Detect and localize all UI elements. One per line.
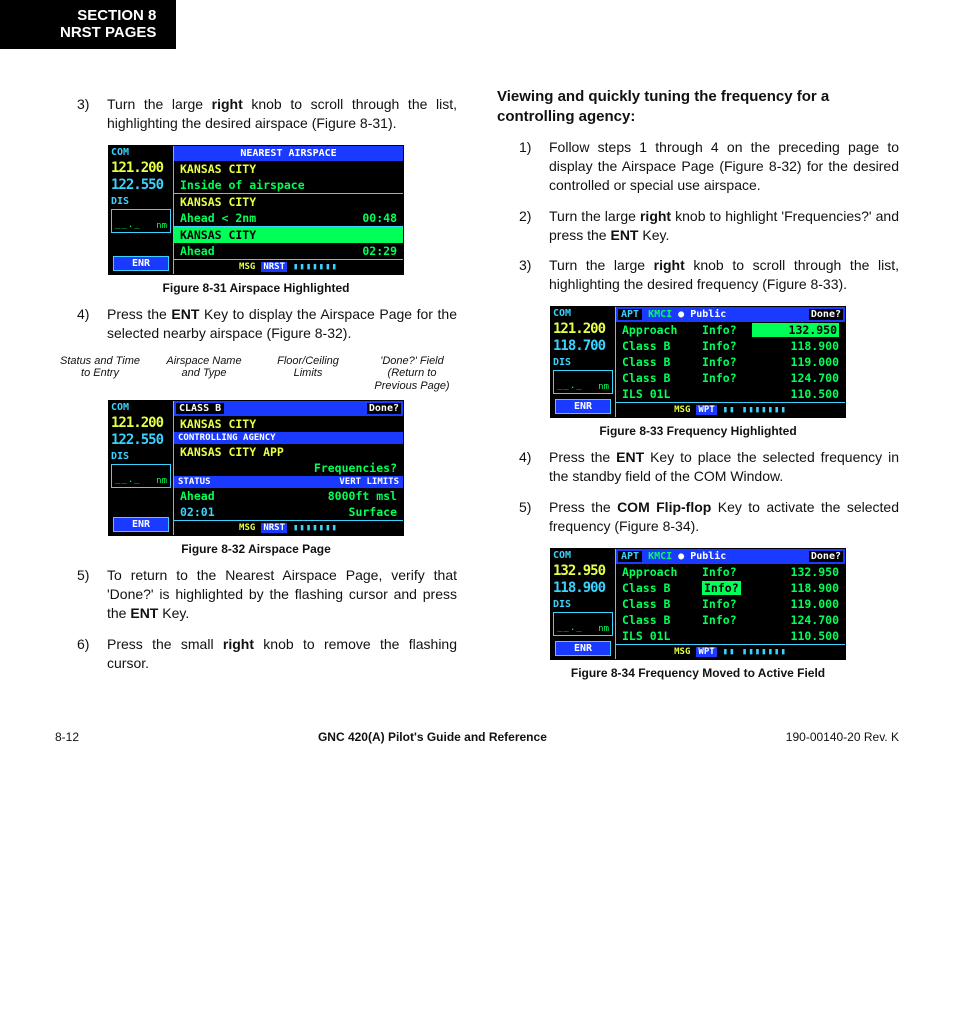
figure-8-34: COM 132.950 118.900 DIS __._nm ENR APT K…	[550, 548, 846, 660]
caption-8-34: Figure 8-34 Frequency Moved to Active Fi…	[497, 666, 899, 680]
fig32-annotations: Status and Time to Entry Airspace Name a…	[55, 355, 457, 393]
r-step-2: 2) Turn the large right knob to highligh…	[519, 207, 899, 245]
figure-8-31: COM 121.200 122.550 DIS __._nm ENR NEARE…	[108, 145, 404, 275]
page-number: 8-12	[55, 730, 79, 744]
r-step-1: 1) Follow steps 1 through 4 on the prece…	[519, 138, 899, 195]
figure-8-33: COM 121.200 118.700 DIS __._nm ENR APT K…	[550, 306, 846, 418]
subheading: Viewing and quickly tuning the frequency…	[497, 87, 899, 126]
section-header: SECTION 8 NRST PAGES	[0, 0, 176, 49]
step-4: 4) Press the ENT Key to display the Airs…	[77, 305, 457, 343]
book-title: GNC 420(A) Pilot's Guide and Reference	[318, 730, 547, 744]
caption-8-32: Figure 8-32 Airspace Page	[55, 542, 457, 556]
r-step-4: 4) Press the ENT Key to place the select…	[519, 448, 899, 486]
page-footer: 8-12 GNC 420(A) Pilot's Guide and Refere…	[55, 730, 899, 744]
step-3: 3) Turn the large right knob to scroll t…	[77, 95, 457, 133]
step-5: 5) To return to the Nearest Airspace Pag…	[77, 566, 457, 623]
left-column: 3) Turn the large right knob to scroll t…	[55, 85, 457, 690]
caption-8-33: Figure 8-33 Frequency Highlighted	[497, 424, 899, 438]
step-6: 6) Press the small right knob to remove …	[77, 635, 457, 673]
caption-8-31: Figure 8-31 Airspace Highlighted	[55, 281, 457, 295]
right-column: Viewing and quickly tuning the frequency…	[497, 85, 899, 690]
figure-8-32: COM 121.200 122.550 DIS __._nm ENR CLASS…	[108, 400, 404, 536]
doc-rev: 190-00140-20 Rev. K	[786, 730, 899, 744]
r-step-3: 3) Turn the large right knob to scroll t…	[519, 256, 899, 294]
r-step-5: 5) Press the COM Flip-flop Key to activa…	[519, 498, 899, 536]
